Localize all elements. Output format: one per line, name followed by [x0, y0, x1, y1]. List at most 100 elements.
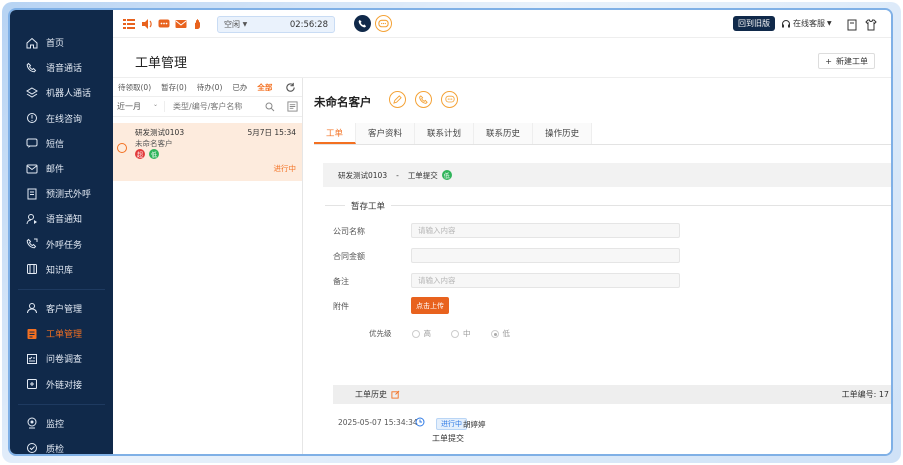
headset-icon	[782, 19, 790, 27]
period-value: 近一月	[117, 102, 141, 111]
sidebar-item-label: 机器人通话	[46, 89, 92, 100]
tab-contact-history[interactable]: 联系历史	[474, 123, 534, 144]
priority-low-option[interactable]: 低	[490, 328, 510, 339]
company-input[interactable]	[411, 223, 680, 238]
tab-operation-history[interactable]: 操作历史	[533, 123, 593, 144]
period-select[interactable]: 近一月 ⌄	[113, 101, 165, 112]
sidebar-item-label: 质检	[46, 444, 65, 454]
sidebar-item[interactable]: 知识库	[10, 257, 113, 282]
sidebar-item[interactable]: 客户管理	[10, 296, 113, 321]
sidebar-item-label: 短信	[46, 139, 65, 150]
edit-icon[interactable]	[391, 390, 400, 399]
page-title: 工单管理	[135, 56, 188, 71]
priority-medium-option[interactable]: 中	[451, 328, 471, 339]
quality-icon	[26, 442, 38, 454]
sidebar-item[interactable]: 首页	[10, 30, 113, 55]
ticket-list-panel: 待领取(0) 暂存(0) 待办(0) 已办 全部 近一月 ⌄ 研发测试0103 …	[113, 78, 303, 454]
tab-draft[interactable]: 暂存(0)	[156, 82, 192, 93]
mail-icon[interactable]	[175, 18, 187, 30]
message-icon[interactable]	[158, 18, 170, 30]
ticket-customer: 未命名客户	[135, 139, 173, 148]
tab-contact-plan[interactable]: 联系计划	[415, 123, 475, 144]
sidebar-item-label: 工单管理	[46, 330, 83, 341]
call-timer: 02:56:28	[289, 19, 328, 30]
ticket-list-item[interactable]: 研发测试0103 5月7日 15:34 未命名客户 超 低 进行中	[113, 123, 302, 181]
chat-button[interactable]	[375, 15, 392, 32]
search-icon[interactable]	[265, 102, 275, 112]
priority-label: 优先级	[369, 329, 392, 338]
new-ticket-button[interactable]: + 新建工单	[818, 53, 875, 69]
refresh-icon[interactable]	[285, 82, 296, 93]
priority-low-tag: 低	[149, 149, 159, 159]
sidebar-item[interactable]: 邮件	[10, 156, 113, 181]
customer-name: 未命名客户	[314, 95, 372, 109]
document-icon[interactable]	[846, 19, 858, 31]
tab-pending[interactable]: 待领取(0)	[113, 82, 156, 93]
sidebar-divider	[18, 282, 105, 290]
old-version-button[interactable]: 回到旧版	[733, 16, 775, 31]
ticket-select-radio[interactable]	[117, 143, 127, 153]
history-user: 胡婷婷	[463, 420, 486, 429]
sidebar-item-label: 在线咨询	[46, 114, 83, 125]
monitor-icon	[26, 417, 38, 429]
edit-button[interactable]	[389, 91, 406, 108]
edit-icon	[393, 95, 402, 104]
sidebar-item[interactable]: 工单管理	[10, 321, 113, 346]
section-title-draft: 暂存工单	[345, 200, 392, 212]
sidebar-item[interactable]: 语音通话	[10, 55, 113, 80]
call-customer-button[interactable]	[415, 91, 432, 108]
search-input[interactable]	[173, 102, 265, 111]
app-window: 首页语音通话机器人通话在线咨询短信邮件 预测式外呼语音通知外呼任务 知识库 客户管理…	[10, 10, 891, 454]
survey-icon	[26, 353, 38, 365]
sidebar-item-label: 语音通知	[46, 215, 83, 226]
hand-icon[interactable]	[192, 18, 204, 30]
sidebar-divider	[18, 397, 105, 405]
sidebar-item[interactable]: 预测式外呼	[10, 181, 113, 206]
phone-icon	[26, 62, 38, 74]
priority-high-option[interactable]: 高	[411, 328, 431, 339]
tab-done[interactable]: 已办	[227, 82, 252, 93]
sidebar-item[interactable]: 语音通知	[10, 206, 113, 231]
new-ticket-label: 新建工单	[836, 56, 868, 66]
book-icon	[26, 263, 38, 275]
page-header: 工单管理 + 新建工单	[113, 38, 891, 78]
sidebar-item[interactable]: 机器人通话	[10, 80, 113, 105]
ticket-filter-tabs: 待领取(0) 暂存(0) 待办(0) 已办 全部	[113, 78, 302, 97]
amount-input[interactable]	[411, 248, 680, 263]
agent-status: 空闲	[224, 20, 240, 29]
phone-button[interactable]	[354, 15, 371, 32]
ticket-name: 研发测试0103	[135, 128, 185, 137]
ticket-info-bar: 研发测试0103 - 工单提交 低	[323, 163, 891, 187]
sidebar-item-label: 首页	[46, 39, 65, 50]
online-service-menu[interactable]: 在线客服 ▼	[781, 18, 832, 29]
sidebar-item[interactable]: 监控	[10, 411, 113, 436]
sidebar-item[interactable]: 外呼任务	[10, 232, 113, 257]
sidebar-item[interactable]: 问卷调查	[10, 346, 113, 371]
upload-button[interactable]: 点击上传	[411, 297, 449, 314]
sidebar-item[interactable]: 短信	[10, 131, 113, 156]
priority-group: 优先级 高 中 低	[369, 328, 510, 339]
speaker-icon[interactable]	[141, 18, 153, 30]
sidebar-item-label: 外链对接	[46, 380, 83, 391]
tab-customer-info[interactable]: 客户资料	[356, 123, 416, 144]
tab-todo[interactable]: 待办(0)	[192, 82, 228, 93]
sidebar-item-label: 客户管理	[46, 304, 83, 315]
sidebar: 首页语音通话机器人通话在线咨询短信邮件 预测式外呼语音通知外呼任务 知识库 客户管理…	[10, 10, 113, 454]
shirt-icon[interactable]	[865, 19, 877, 31]
tab-ticket[interactable]: 工单	[314, 123, 357, 144]
section-divider	[325, 205, 891, 206]
ticket-state: 进行中	[273, 164, 297, 173]
overdue-tag: 超	[135, 149, 145, 159]
tab-all[interactable]: 全部	[252, 82, 277, 93]
sidebar-item[interactable]: 在线咨询	[10, 106, 113, 131]
remark-input[interactable]	[411, 273, 680, 288]
menu-list-icon[interactable]	[123, 18, 135, 30]
chat-customer-button[interactable]	[441, 91, 458, 108]
ticket-name: 研发测试0103	[338, 170, 388, 180]
chevron-down-icon: ⌄	[152, 101, 158, 108]
phone-icon	[419, 95, 428, 104]
agent-status-dropdown[interactable]: 空闲 ▼ 02:56:28	[217, 16, 335, 33]
sidebar-item[interactable]: 质检	[10, 436, 113, 454]
sidebar-item[interactable]: 外链对接	[10, 371, 113, 396]
advanced-filter-icon[interactable]	[287, 101, 298, 112]
